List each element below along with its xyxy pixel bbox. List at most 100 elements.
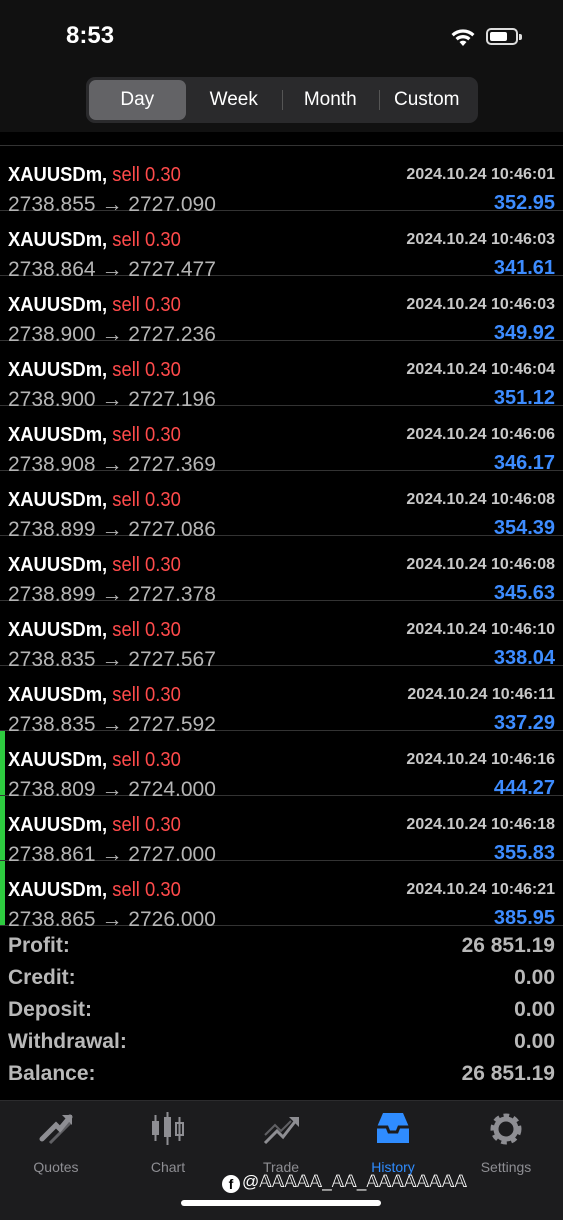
- deal-side: sell: [112, 359, 140, 381]
- deal-datetime: 2024.10.24 10:46:08: [406, 491, 555, 508]
- settings-icon: [490, 1113, 522, 1145]
- deal-side: sell: [112, 489, 140, 511]
- summary-row: Credit: 0.00: [0, 962, 563, 994]
- trade-icon: [263, 1117, 299, 1145]
- deal-symbol: XAUUSDm, sell 0.30: [8, 164, 181, 186]
- list-item-partial[interactable]: [0, 132, 563, 146]
- deal-symbol: XAUUSDm, sell 0.30: [8, 749, 181, 771]
- deal-side: sell: [112, 749, 140, 771]
- deal-profit: 385.95: [493, 907, 555, 926]
- deal-symbol: XAUUSDm, sell 0.30: [8, 489, 181, 511]
- deal-datetime: 2024.10.24 10:46:16: [406, 751, 555, 768]
- tab-month[interactable]: Month: [282, 80, 379, 120]
- summary-label: Withdrawal:: [8, 1030, 127, 1053]
- tab-week[interactable]: Week: [186, 80, 283, 120]
- deal-volume: 0.30: [145, 294, 181, 316]
- summary-value: 26 851.19: [461, 934, 555, 957]
- tab-settings[interactable]: Settings: [456, 1109, 556, 1179]
- deal-datetime: 2024.10.24 10:46:11: [407, 686, 555, 703]
- deal-volume: 0.30: [145, 554, 181, 576]
- deal-side: sell: [112, 229, 140, 251]
- watermark: f @𝔸𝔸𝔸𝔸𝔸_𝔸𝔸_𝔸𝔸𝔸𝔸𝔸𝔸𝔸𝔸: [222, 1172, 467, 1193]
- deal-side: sell: [112, 814, 140, 836]
- tab-trade[interactable]: Trade: [231, 1109, 331, 1179]
- deal-volume: 0.30: [145, 684, 181, 706]
- deal-datetime: 2024.10.24 10:46:18: [406, 816, 555, 833]
- summary-row: Balance: 26 851.19: [0, 1058, 563, 1090]
- list-item[interactable]: XAUUSDm, sell 0.30 2738.899 → 2727.378 2…: [0, 536, 563, 606]
- list-item[interactable]: XAUUSDm, sell 0.30 2738.861 → 2727.000 2…: [0, 796, 563, 866]
- deal-side: sell: [112, 424, 140, 446]
- deal-volume: 0.30: [145, 229, 181, 251]
- deal-side: sell: [112, 619, 140, 641]
- list-item[interactable]: XAUUSDm, sell 0.30 2738.835 → 2727.567 2…: [0, 601, 563, 671]
- summary-value: 0.00: [514, 966, 555, 989]
- deal-volume: 0.30: [145, 879, 181, 901]
- tab-quotes[interactable]: Quotes: [6, 1109, 106, 1179]
- position-indicator: [0, 731, 5, 795]
- deal-volume: 0.30: [145, 424, 181, 446]
- tab-chart[interactable]: Chart: [118, 1109, 218, 1179]
- close-price: 2726.000: [128, 908, 216, 926]
- list-item[interactable]: XAUUSDm, sell 0.30 2738.900 → 2727.196 2…: [0, 341, 563, 411]
- list-item[interactable]: XAUUSDm, sell 0.30 2738.899 → 2727.086 2…: [0, 471, 563, 541]
- list-item[interactable]: XAUUSDm, sell 0.30 2738.809 → 2724.000 2…: [0, 731, 563, 801]
- list-item[interactable]: XAUUSDm, sell 0.30 2738.855 → 2727.090 2…: [0, 146, 563, 216]
- open-price: 2738.865: [8, 908, 96, 926]
- deal-datetime: 2024.10.24 10:46:21: [406, 881, 555, 898]
- summary-label: Deposit:: [8, 998, 92, 1021]
- deal-datetime: 2024.10.24 10:46:10: [406, 621, 555, 638]
- summary-value: 26 851.19: [461, 1062, 555, 1085]
- arrow-icon: →: [101, 908, 123, 926]
- list-item[interactable]: XAUUSDm, sell 0.30 2738.865 → 2726.000 2…: [0, 861, 563, 926]
- deal-side: sell: [112, 554, 140, 576]
- account-summary: Profit: 26 851.19 Credit: 0.00 Deposit: 0.00 W…: [0, 930, 563, 1098]
- clock: 8:53: [66, 22, 115, 49]
- summary-value: 0.00: [514, 1030, 555, 1053]
- deal-symbol: XAUUSDm, sell 0.30: [8, 879, 181, 901]
- deal-volume: 0.30: [145, 749, 181, 771]
- period-selector: Day Week Month Custom: [86, 77, 478, 123]
- summary-row: Profit: 26 851.19: [0, 930, 563, 962]
- deal-side: sell: [112, 879, 140, 901]
- list-item[interactable]: XAUUSDm, sell 0.30 2738.835 → 2727.592 2…: [0, 666, 563, 736]
- deal-symbol: XAUUSDm, sell 0.30: [8, 229, 181, 251]
- list-item[interactable]: XAUUSDm, sell 0.30 2738.864 → 2727.477 2…: [0, 211, 563, 281]
- deal-symbol: XAUUSDm, sell 0.30: [8, 619, 181, 641]
- deal-symbol: XAUUSDm, sell 0.30: [8, 814, 181, 836]
- deal-list[interactable]: XAUUSDm, sell 0.30 2738.855 → 2727.090 2…: [0, 132, 563, 926]
- deal-datetime: 2024.10.24 10:46:01: [406, 166, 555, 183]
- deal-side: sell: [112, 164, 140, 186]
- summary-label: Profit:: [8, 934, 70, 957]
- summary-value: 0.00: [514, 998, 555, 1021]
- summary-row: Withdrawal: 0.00: [0, 1026, 563, 1058]
- deal-volume: 0.30: [145, 814, 181, 836]
- list-item[interactable]: XAUUSDm, sell 0.30 2738.900 → 2727.236 2…: [0, 276, 563, 346]
- summary-label: Balance:: [8, 1062, 96, 1085]
- deal-datetime: 2024.10.24 10:46:06: [406, 426, 555, 443]
- deal-symbol: XAUUSDm, sell 0.30: [8, 294, 181, 316]
- home-indicator[interactable]: [181, 1200, 381, 1206]
- tab-history[interactable]: History: [343, 1109, 443, 1179]
- deal-datetime: 2024.10.24 10:46:04: [406, 361, 555, 378]
- status-bar: 8:53: [0, 0, 563, 72]
- deal-side: sell: [112, 684, 140, 706]
- tab-day[interactable]: Day: [89, 80, 186, 120]
- battery-icon: [486, 28, 522, 45]
- position-indicator: [0, 861, 5, 925]
- facebook-icon: f: [222, 1175, 240, 1193]
- deal-symbol: XAUUSDm, sell 0.30: [8, 424, 181, 446]
- deal-volume: 0.30: [145, 489, 181, 511]
- deal-datetime: 2024.10.24 10:46:03: [406, 231, 555, 248]
- chart-icon: [152, 1112, 184, 1145]
- list-item[interactable]: XAUUSDm, sell 0.30 2738.908 → 2727.369 2…: [0, 406, 563, 476]
- deal-symbol: XAUUSDm, sell 0.30: [8, 684, 181, 706]
- summary-label: Credit:: [8, 966, 76, 989]
- deal-side: sell: [112, 294, 140, 316]
- deal-volume: 0.30: [145, 359, 181, 381]
- deal-prices: 2738.865 → 2726.000: [8, 908, 216, 926]
- deal-symbol: XAUUSDm, sell 0.30: [8, 554, 181, 576]
- deal-volume: 0.30: [145, 619, 181, 641]
- wifi-icon: [451, 29, 475, 46]
- tab-custom[interactable]: Custom: [378, 80, 476, 120]
